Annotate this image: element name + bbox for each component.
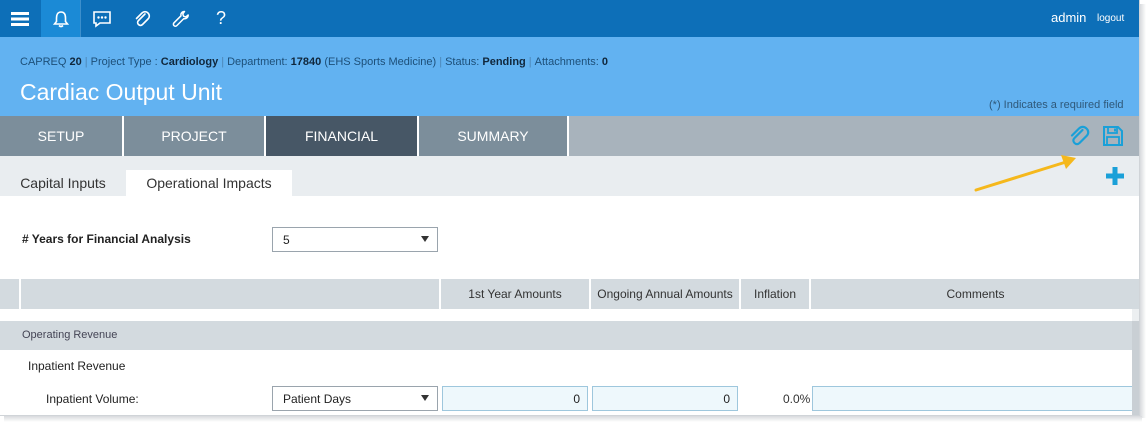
grid-scrollbar-thumb[interactable] [1132, 321, 1139, 415]
comments-input[interactable] [812, 386, 1139, 411]
subsection-inpatient-revenue: Inpatient Revenue [28, 359, 126, 373]
chat-icon [93, 10, 111, 28]
project-meta-line: CAPREQ 20 | Project Type : Cardiology | Depa… [20, 56, 608, 68]
years-analysis-value: 5 [283, 232, 290, 247]
hamburger-icon [11, 11, 29, 26]
column-header-comments: Comments [811, 279, 1139, 309]
app-window: ? admin logout CAPREQ 20 | Project Type : … [0, 0, 1140, 416]
inflation-value[interactable]: 0.0% [783, 392, 810, 406]
add-row-icon[interactable] [1104, 165, 1126, 187]
tools-button[interactable] [161, 0, 201, 37]
project-header: CAPREQ 20 | Project Type : Cardiology | Depa… [0, 37, 1139, 116]
attachments-nav-button[interactable] [122, 0, 162, 37]
inpatient-volume-unit-select[interactable]: Patient Days [272, 386, 438, 411]
sub-tab-bar: Capital Inputs Operational Impacts [0, 156, 1139, 196]
capreq-value: 20 [69, 56, 82, 68]
required-field-note: (*) Indicates a required field [989, 99, 1124, 111]
column-header-ongoing: Ongoing Annual Amounts [591, 279, 739, 309]
chevron-down-icon [421, 236, 429, 242]
paperclip-icon [135, 10, 151, 26]
subtab-operational-impacts[interactable]: Operational Impacts [126, 170, 292, 196]
main-tab-bar: SETUP PROJECT FINANCIAL SUMMARY [0, 116, 1139, 156]
top-navigation-bar: ? admin logout [0, 0, 1139, 37]
tab-summary[interactable]: SUMMARY [419, 116, 569, 156]
current-user[interactable]: admin [1051, 10, 1086, 25]
wrench-icon [172, 10, 189, 27]
ongoing-amount-input[interactable]: 0 [592, 386, 738, 411]
attachments-label: Attachments: [534, 56, 599, 68]
grid-header-label-column [21, 279, 439, 309]
column-header-first-year: 1st Year Amounts [441, 279, 589, 309]
chevron-down-icon [421, 395, 429, 401]
help-icon: ? [215, 8, 226, 28]
column-header-inflation: Inflation [741, 279, 809, 309]
project-type-value: Cardiology [160, 56, 219, 68]
attachments-count: 0 [601, 56, 609, 68]
section-operating-revenue: Operating Revenue [0, 321, 1132, 350]
meta-divider: | [221, 56, 225, 68]
save-icon[interactable] [1102, 125, 1124, 147]
status-label: Status: [445, 56, 480, 68]
tab-setup[interactable]: SETUP [0, 116, 124, 156]
tab-project[interactable]: PROJECT [124, 116, 266, 156]
messages-button[interactable] [82, 0, 122, 37]
department-label: Department: [227, 56, 288, 68]
project-type-label: Project Type : [90, 56, 158, 68]
meta-divider: | [439, 56, 443, 68]
subtab-capital-inputs[interactable]: Capital Inputs [12, 170, 114, 196]
capreq-label: CAPREQ [20, 56, 67, 68]
logout-link[interactable]: logout [1097, 13, 1124, 24]
tab-financial[interactable]: FINANCIAL [266, 116, 419, 156]
window-shadow-right [1140, 4, 1146, 418]
attach-file-icon[interactable] [1068, 125, 1090, 147]
meta-divider: | [84, 56, 88, 68]
department-name: (EHS Sports Medicine) [324, 56, 437, 68]
inpatient-volume-label: Inpatient Volume: [46, 392, 139, 406]
help-button[interactable]: ? [201, 0, 241, 37]
topbar-divider [80, 0, 81, 37]
inpatient-volume-unit-value: Patient Days [283, 391, 352, 406]
menu-button[interactable] [0, 0, 40, 37]
meta-divider: | [528, 56, 532, 68]
window-shadow-bottom [4, 416, 1142, 422]
years-analysis-select[interactable]: 5 [272, 227, 438, 252]
status-value: Pending [482, 56, 526, 68]
years-analysis-label: # Years for Financial Analysis [22, 232, 191, 246]
section-title: Operating Revenue [22, 329, 118, 341]
notifications-button[interactable] [41, 0, 81, 37]
department-code: 17840 [290, 56, 322, 68]
page-title: Cardiac Output Unit [20, 79, 222, 105]
bell-icon [53, 10, 69, 27]
annotation-arrow-icon [974, 155, 1076, 192]
first-year-amount-input[interactable]: 0 [442, 386, 588, 411]
grid-header-gutter [0, 279, 19, 309]
